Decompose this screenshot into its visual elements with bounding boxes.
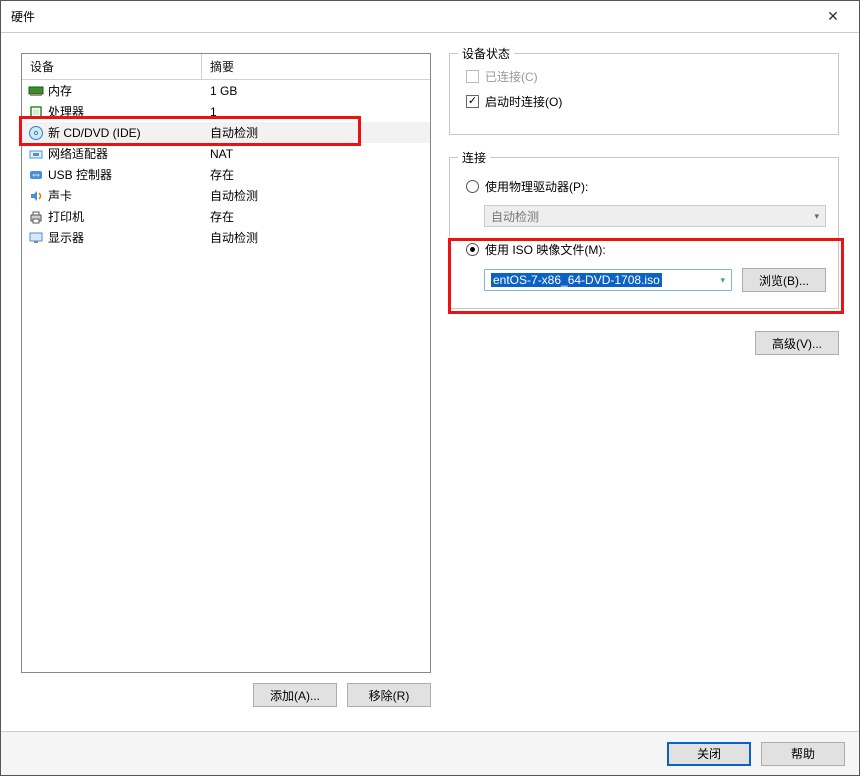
radio-icon [466,180,479,193]
titlebar: 硬件 ✕ [1,1,859,33]
device-row-printer[interactable]: 打印机 存在 [22,206,430,227]
device-summary: 自动检测 [202,124,430,141]
content-area: 设备 摘要 内存 1 GB 处理器 1 新 CD/DVD (IDE) 自动检测 [1,33,859,727]
device-list-header: 设备 摘要 [22,54,430,80]
header-summary[interactable]: 摘要 [202,54,430,79]
right-column: 设备状态 已连接(C) ✓ 启动时连接(O) 连接 使用物理驱动器(P): [449,53,839,707]
device-name: 内存 [48,82,72,99]
device-status-group: 设备状态 已连接(C) ✓ 启动时连接(O) [449,53,839,135]
device-row-memory[interactable]: 内存 1 GB [22,80,430,101]
device-list[interactable]: 设备 摘要 内存 1 GB 处理器 1 新 CD/DVD (IDE) 自动检测 [21,53,431,673]
device-row-usb[interactable]: ⇔ USB 控制器 存在 [22,164,430,185]
use-iso-label: 使用 ISO 映像文件(M): [485,241,606,258]
chevron-down-icon: ▾ [814,211,819,222]
cpu-icon [28,104,44,120]
use-iso-radio-row[interactable]: 使用 ISO 映像文件(M): [466,241,826,258]
sound-icon [28,188,44,204]
device-summary: 1 [202,105,430,119]
device-name: USB 控制器 [48,166,112,183]
device-name: 网络适配器 [48,145,108,162]
close-button[interactable]: 关闭 [667,742,751,766]
iso-file-value: entOS-7-x86_64-DVD-1708.iso [491,273,662,287]
device-summary: NAT [202,147,430,161]
left-column: 设备 摘要 内存 1 GB 处理器 1 新 CD/DVD (IDE) 自动检测 [21,53,431,707]
advanced-button[interactable]: 高级(V)... [755,331,839,355]
usb-icon: ⇔ [28,167,44,183]
connected-label: 已连接(C) [485,68,538,85]
connected-checkbox-row[interactable]: 已连接(C) [466,68,826,85]
device-name: 新 CD/DVD (IDE) [48,124,141,141]
remove-button[interactable]: 移除(R) [347,683,431,707]
checkbox-icon: ✓ [466,95,479,108]
physical-drive-value: 自动检测 [491,208,539,225]
radio-icon [466,243,479,256]
device-summary: 自动检测 [202,229,430,246]
connect-on-poweron-row[interactable]: ✓ 启动时连接(O) [466,93,826,110]
left-button-row: 添加(A)... 移除(R) [21,683,431,707]
checkbox-icon [466,70,479,83]
disc-icon [28,125,44,141]
device-summary: 存在 [202,208,430,225]
device-name: 声卡 [48,187,72,204]
hardware-dialog: 硬件 ✕ 设备 摘要 内存 1 GB 处 [0,0,860,776]
device-row-cddvd[interactable]: 新 CD/DVD (IDE) 自动检测 [22,122,430,143]
iso-file-row: entOS-7-x86_64-DVD-1708.iso ▾ 浏览(B)... [484,268,826,292]
window-title: 硬件 [11,8,813,25]
close-icon[interactable]: ✕ [813,3,853,31]
memory-icon [28,83,44,99]
network-icon [28,146,44,162]
device-name: 显示器 [48,229,84,246]
device-summary: 存在 [202,166,430,183]
device-status-legend: 设备状态 [458,45,514,62]
monitor-icon [28,230,44,246]
advanced-row: 高级(V)... [449,331,839,355]
device-row-sound[interactable]: 声卡 自动检测 [22,185,430,206]
chevron-down-icon: ▾ [720,275,725,286]
device-summary: 1 GB [202,84,430,98]
device-row-monitor[interactable]: 显示器 自动检测 [22,227,430,248]
printer-icon [28,209,44,225]
svg-text:⇔: ⇔ [30,167,42,181]
help-button[interactable]: 帮助 [761,742,845,766]
header-device[interactable]: 设备 [22,54,202,79]
device-row-cpu[interactable]: 处理器 1 [22,101,430,122]
poweron-label: 启动时连接(O) [485,93,562,110]
device-summary: 自动检测 [202,187,430,204]
add-button[interactable]: 添加(A)... [253,683,337,707]
physical-drive-select[interactable]: 自动检测 ▾ [484,205,826,227]
use-physical-label: 使用物理驱动器(P): [485,178,588,195]
device-name: 打印机 [48,208,84,225]
device-name: 处理器 [48,103,84,120]
use-physical-radio-row[interactable]: 使用物理驱动器(P): [466,178,826,195]
connection-legend: 连接 [458,149,490,166]
device-row-network[interactable]: 网络适配器 NAT [22,143,430,164]
footer: 关闭 帮助 [1,731,859,775]
connection-group: 连接 使用物理驱动器(P): 自动检测 ▾ [449,157,839,309]
iso-file-select[interactable]: entOS-7-x86_64-DVD-1708.iso ▾ [484,269,732,291]
browse-button[interactable]: 浏览(B)... [742,268,826,292]
